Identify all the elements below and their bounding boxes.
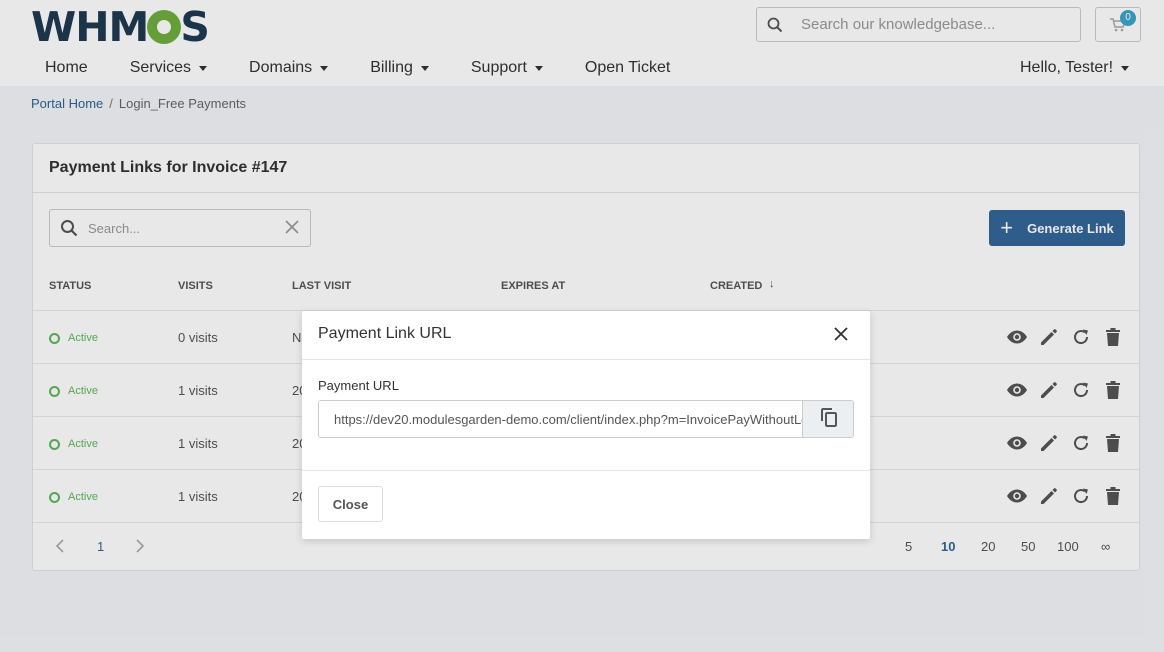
close-icon[interactable] — [834, 327, 848, 346]
payment-url-field[interactable] — [319, 401, 802, 437]
modal-title: Payment Link URL — [318, 325, 452, 342]
copy-button[interactable] — [802, 401, 853, 437]
close-button[interactable]: Close — [318, 486, 383, 522]
payment-link-url-modal: Payment Link URL Payment URL Close — [302, 311, 870, 539]
copy-icon — [820, 407, 838, 432]
divider — [302, 359, 870, 360]
payment-url-label: Payment URL — [318, 378, 399, 393]
payment-url-group — [318, 400, 854, 438]
divider — [302, 470, 870, 471]
